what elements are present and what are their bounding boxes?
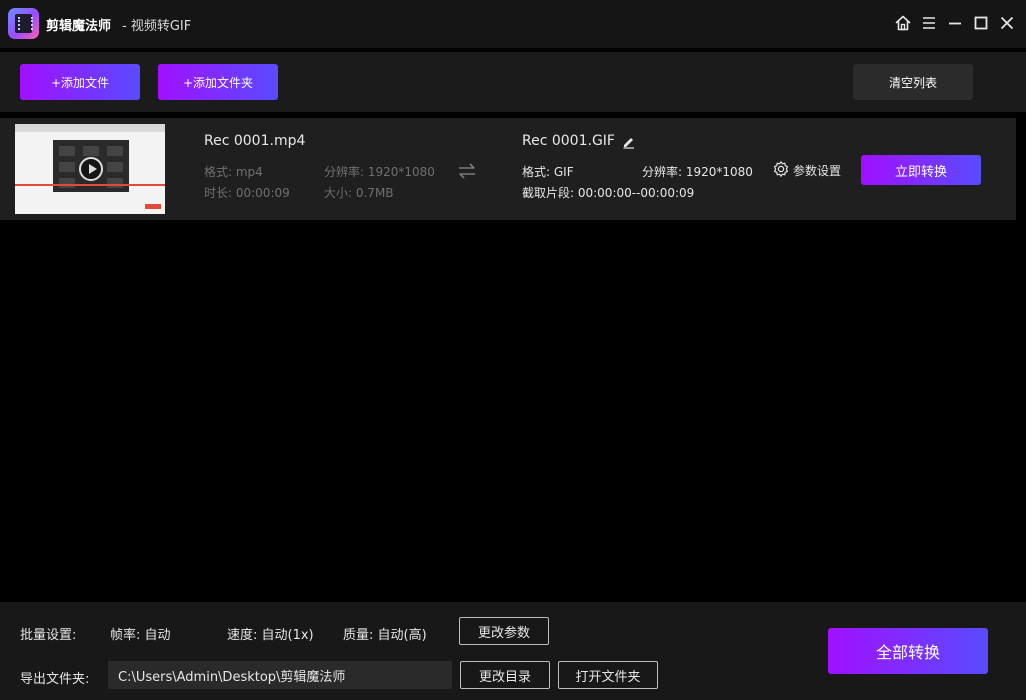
change-params-button[interactable]: 更改参数 bbox=[459, 617, 549, 645]
target-format: 格式: GIF bbox=[522, 165, 574, 179]
frame-rate-value: 帧率: 自动 bbox=[110, 628, 171, 643]
edit-name-icon[interactable] bbox=[622, 134, 636, 149]
export-path-input[interactable] bbox=[108, 661, 452, 689]
target-file-name: Rec 0001.GIF bbox=[522, 133, 615, 149]
play-icon[interactable] bbox=[79, 157, 103, 181]
window-subtitle: - 视频转GIF bbox=[122, 19, 192, 34]
open-folder-button[interactable]: 打开文件夹 bbox=[558, 661, 658, 689]
menu-icon[interactable] bbox=[919, 13, 939, 33]
gear-icon bbox=[772, 160, 790, 178]
close-icon[interactable] bbox=[997, 13, 1017, 33]
convert-all-button[interactable]: 全部转换 bbox=[828, 628, 988, 674]
speed-value: 速度: 自动(1x) bbox=[227, 628, 314, 643]
clear-list-button[interactable]: 清空列表 bbox=[853, 64, 973, 100]
source-resolution: 分辨率: 1920*1080 bbox=[324, 165, 435, 179]
convert-arrows-icon bbox=[456, 160, 478, 182]
app-logo-icon bbox=[8, 8, 39, 39]
source-size: 大小: 0.7MB bbox=[324, 186, 394, 200]
maximize-icon[interactable] bbox=[971, 13, 991, 33]
home-icon[interactable] bbox=[893, 13, 913, 33]
add-folder-button[interactable]: +添加文件夹 bbox=[158, 64, 278, 100]
toolbar: +添加文件 +添加文件夹 清空列表 bbox=[0, 52, 1026, 112]
target-segment: 截取片段: 00:00:00--00:00:09 bbox=[522, 186, 695, 200]
param-settings-label: 参数设置 bbox=[793, 164, 842, 178]
export-folder-label: 导出文件夹: bbox=[20, 672, 90, 687]
minimize-icon[interactable] bbox=[945, 13, 965, 33]
source-duration: 时长: 00:00:09 bbox=[204, 186, 290, 200]
target-resolution: 分辨率: 1920*1080 bbox=[642, 165, 753, 179]
change-directory-button[interactable]: 更改目录 bbox=[460, 661, 550, 689]
quality-value: 质量: 自动(高) bbox=[343, 628, 427, 643]
app-name: 剪辑魔法师 bbox=[46, 19, 112, 34]
video-thumbnail[interactable] bbox=[15, 124, 165, 214]
add-file-button[interactable]: +添加文件 bbox=[20, 64, 140, 100]
source-format: 格式: mp4 bbox=[204, 165, 263, 179]
batch-settings-label: 批量设置: bbox=[20, 628, 77, 643]
convert-now-button[interactable]: 立即转换 bbox=[861, 155, 981, 185]
title-bar: 剪辑魔法师 - 视频转GIF bbox=[0, 0, 1026, 48]
source-file-name: Rec 0001.mp4 bbox=[204, 133, 306, 149]
